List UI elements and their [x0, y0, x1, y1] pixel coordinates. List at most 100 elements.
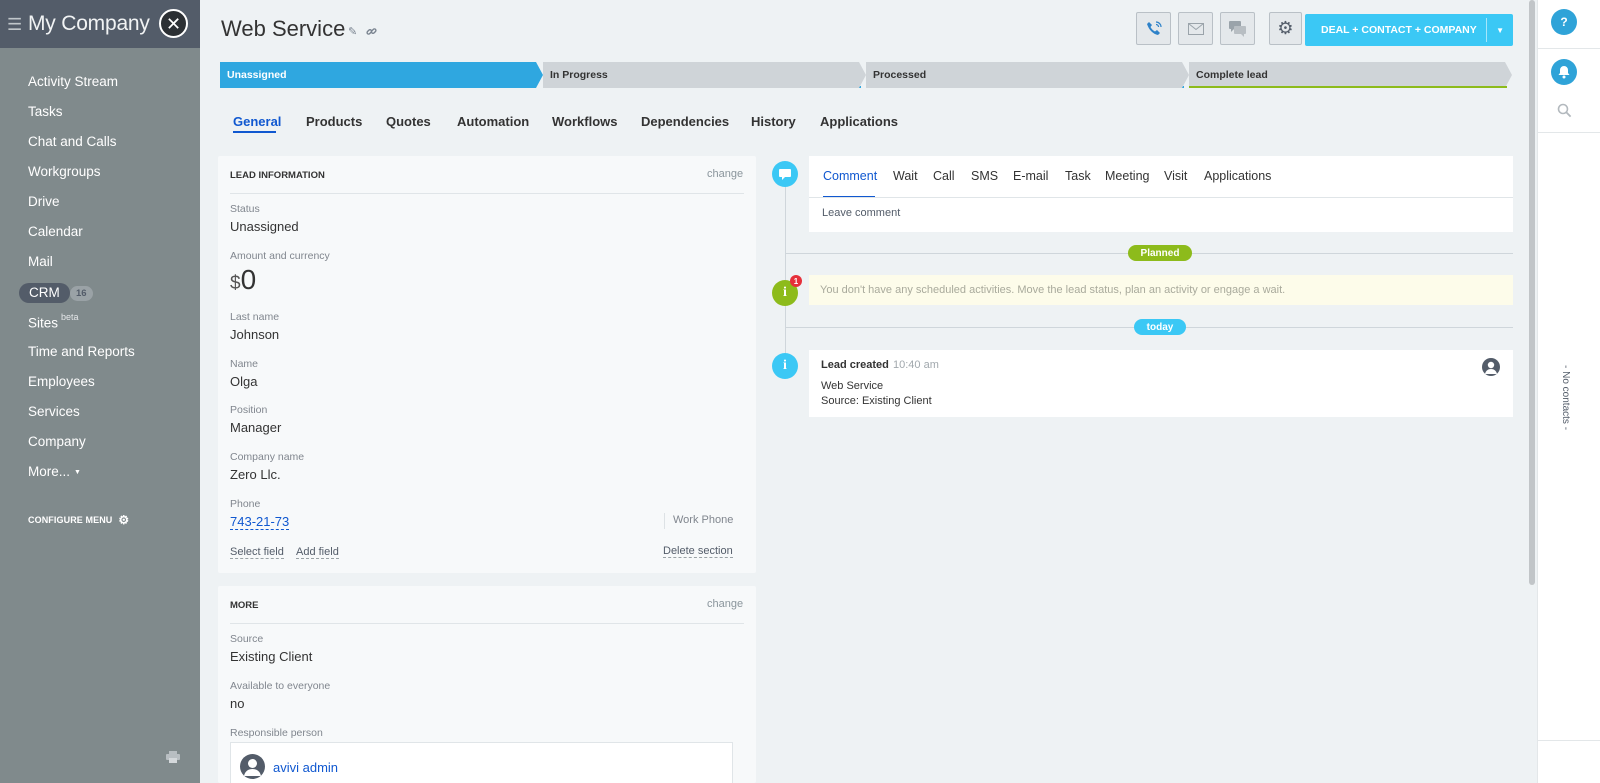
status-value: Unassigned: [230, 219, 299, 234]
stage-label: Processed: [873, 69, 927, 81]
chevron-down-icon: ▼: [74, 469, 81, 476]
position-label: Position: [230, 404, 268, 416]
chevron-down-icon[interactable]: ▼: [1496, 26, 1504, 35]
name-label: Name: [230, 358, 259, 370]
bell-icon: [1558, 66, 1570, 79]
available-label: Available to everyone: [230, 680, 331, 692]
sidebar-item-crm[interactable]: CRM: [19, 283, 70, 303]
company-name[interactable]: My Company: [28, 12, 150, 36]
timeline-tab-applications[interactable]: Applications: [1204, 169, 1271, 183]
timeline-tab-comment[interactable]: Comment: [823, 169, 877, 183]
tab-products[interactable]: Products: [306, 114, 362, 129]
company-name-label: Company name: [230, 451, 305, 463]
responsible-label: Responsible person: [230, 727, 323, 739]
chat-icon: [1228, 20, 1246, 37]
timeline-tab-call[interactable]: Call: [933, 169, 955, 183]
change-link[interactable]: change: [707, 168, 743, 180]
tab-quotes[interactable]: Quotes: [386, 114, 431, 129]
sidebar-item-chat-and-calls[interactable]: Chat and Calls: [28, 134, 117, 149]
tab-applications[interactable]: Applications: [820, 114, 898, 129]
sidebar-item-label: More...: [28, 464, 71, 479]
no-contacts-label: - No contacts -: [1560, 365, 1571, 431]
sidebar-item-label: Sites: [28, 315, 59, 331]
company-name-value: Zero Llc.: [230, 467, 281, 482]
today-badge: today: [1134, 319, 1186, 335]
timeline-tab-sms[interactable]: SMS: [971, 169, 998, 183]
sidebar-item-tasks[interactable]: Tasks: [28, 104, 63, 119]
sidebar-item-company[interactable]: Company: [28, 434, 86, 449]
pencil-icon[interactable]: ✎: [348, 25, 357, 38]
tab-automation[interactable]: Automation: [457, 114, 529, 129]
status-label: Status: [230, 203, 260, 215]
tab-dependencies[interactable]: Dependencies: [641, 114, 729, 129]
timeline-tab-wait[interactable]: Wait: [893, 169, 918, 183]
phone-type: Work Phone: [673, 514, 734, 526]
stage-unassigned[interactable]: Unassigned: [220, 62, 543, 88]
last-name-label: Last name: [230, 311, 280, 323]
beta-badge: beta: [61, 312, 79, 322]
sidebar-item-drive[interactable]: Drive: [28, 194, 60, 209]
close-icon[interactable]: ✕: [159, 9, 188, 38]
sidebar-item-calendar[interactable]: Calendar: [28, 224, 83, 239]
comment-input[interactable]: Leave comment: [822, 207, 900, 219]
responsible-person-link[interactable]: avivi admin: [273, 760, 338, 775]
menu-icon[interactable]: ☰: [7, 16, 22, 33]
timeline-tab-task[interactable]: Task: [1065, 169, 1091, 183]
source-value: Existing Client: [230, 649, 313, 664]
timeline-tab-email[interactable]: E-mail: [1013, 169, 1048, 183]
convert-deal-contact-company-button[interactable]: DEAL + CONTACT + COMPANY ▼: [1305, 14, 1513, 46]
sidebar-item-sites[interactable]: Sites beta: [28, 312, 79, 331]
stage-in-progress[interactable]: In Progress: [543, 62, 866, 88]
change-link[interactable]: change: [707, 598, 743, 610]
gear-icon: ⚙: [118, 513, 130, 527]
sidebar-item-workgroups[interactable]: Workgroups: [28, 164, 101, 179]
configure-menu[interactable]: CONFIGURE MENU ⚙: [28, 513, 129, 527]
printer-icon[interactable]: [166, 751, 180, 763]
tab-history[interactable]: History: [751, 114, 796, 129]
notifications-button[interactable]: [1551, 59, 1577, 85]
active-tab-indicator: [233, 131, 276, 133]
sidebar-item-employees[interactable]: Employees: [28, 374, 95, 389]
stage-label: Complete lead: [1196, 69, 1268, 81]
divider: [809, 197, 1513, 198]
email-button[interactable]: [1178, 12, 1213, 45]
add-field-link[interactable]: Add field: [296, 546, 339, 559]
link-icon[interactable]: [366, 26, 377, 37]
notice-count-badge: 1: [790, 275, 802, 287]
chat-button[interactable]: [1220, 12, 1255, 45]
phone-icon: [1146, 20, 1162, 35]
search-icon[interactable]: [1557, 103, 1572, 118]
stage-complete-lead[interactable]: Complete lead: [1189, 62, 1512, 88]
settings-button[interactable]: ⚙: [1269, 12, 1302, 45]
sidebar-item-more[interactable]: More... ▼: [28, 464, 81, 479]
delete-section-link[interactable]: Delete section: [663, 545, 733, 558]
sidebar-item-activity-stream[interactable]: Activity Stream: [28, 74, 118, 89]
amount-number: 0: [240, 264, 257, 295]
convert-button-label: DEAL + CONTACT + COMPANY: [1321, 24, 1477, 36]
sidebar-item-time-and-reports[interactable]: Time and Reports: [28, 344, 135, 359]
sidebar-item-services[interactable]: Services: [28, 404, 80, 419]
tab-workflows[interactable]: Workflows: [552, 114, 618, 129]
sidebar-item-mail[interactable]: Mail: [28, 254, 53, 269]
timeline-line: [785, 168, 786, 368]
author-avatar[interactable]: [1482, 358, 1500, 376]
comment-icon: [779, 168, 791, 180]
tab-general[interactable]: General: [233, 114, 281, 129]
stage-processed[interactable]: Processed: [866, 62, 1189, 88]
scrollbar-thumb[interactable]: [1529, 0, 1535, 585]
event-line: Source: Existing Client: [821, 395, 932, 407]
help-button[interactable]: ?: [1551, 9, 1577, 35]
crm-counter-badge: 16: [70, 286, 93, 301]
divider: [230, 623, 744, 624]
call-button[interactable]: [1136, 12, 1171, 45]
user-icon: [244, 759, 261, 776]
stage-underline: [1189, 86, 1507, 88]
timeline-tab-visit[interactable]: Visit: [1164, 169, 1187, 183]
divider: [1537, 48, 1600, 49]
select-field-link[interactable]: Select field: [230, 546, 284, 559]
timeline-editor: [809, 156, 1513, 232]
phone-link[interactable]: 743-21-73: [230, 514, 290, 530]
phone-label: Phone: [230, 498, 261, 510]
position-value: Manager: [230, 420, 282, 435]
timeline-tab-meeting[interactable]: Meeting: [1105, 169, 1149, 183]
